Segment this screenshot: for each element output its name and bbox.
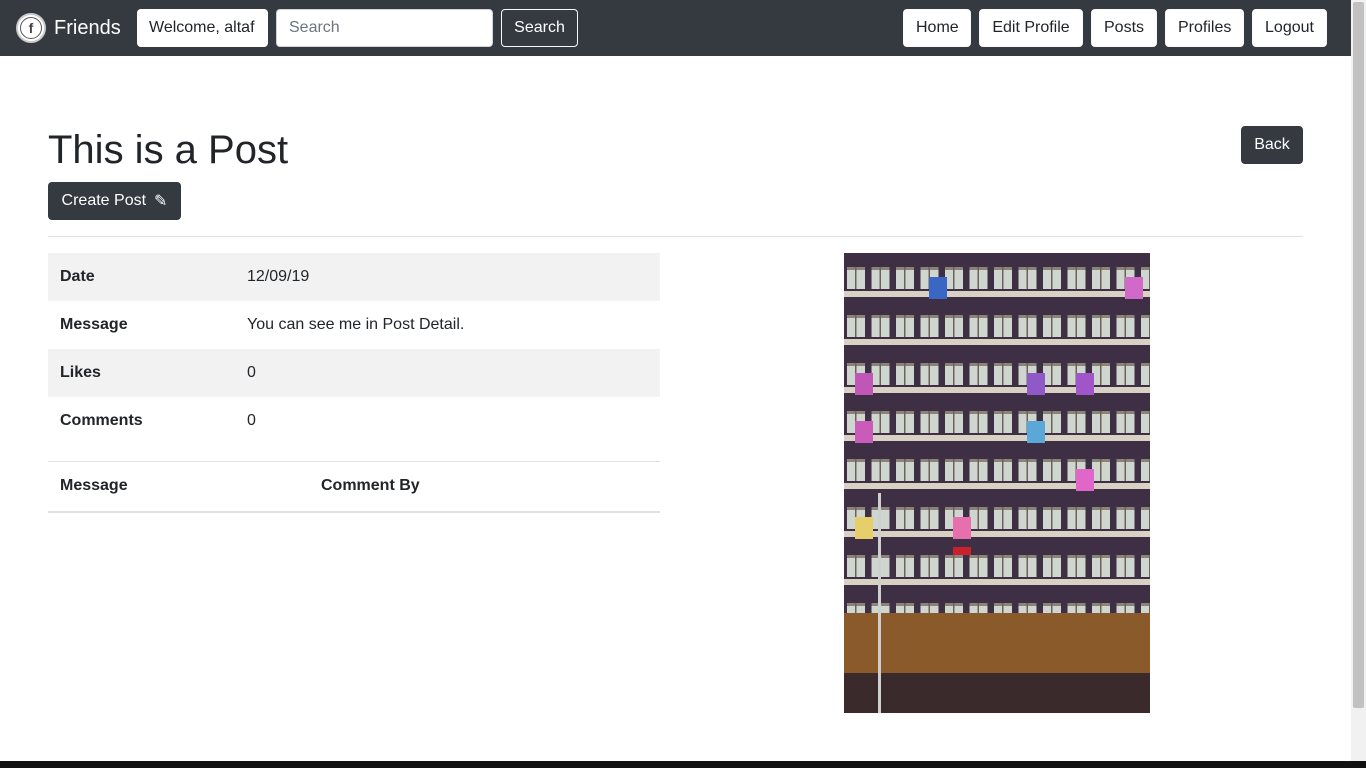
search-input[interactable] (276, 9, 493, 47)
nav-edit-profile-button[interactable]: Edit Profile (979, 9, 1083, 47)
comments-table: Message Comment By (48, 461, 660, 513)
brand-name[interactable]: Friends (54, 17, 121, 40)
top-navbar: f Friends Welcome, altaf Search Home Edi… (0, 0, 1351, 56)
back-button[interactable]: Back (1241, 126, 1303, 164)
detail-value: 12/09/19 (235, 253, 660, 301)
detail-value: You can see me in Post Detail. (247, 316, 465, 333)
brand-logo-glyph: f (20, 17, 42, 39)
comments-header-comment-by: Comment By (309, 461, 660, 513)
vertical-scrollbar[interactable] (1351, 0, 1366, 761)
create-post-label: Create Post (61, 192, 147, 209)
bottom-edge (0, 761, 1366, 768)
detail-value: 0 (247, 412, 256, 429)
detail-key: Comments (60, 412, 143, 429)
detail-key: Likes (48, 349, 235, 397)
pencil-icon: ✎ (154, 193, 168, 210)
detail-value: 0 (235, 349, 660, 397)
detail-row-date: Date 12/09/19 (48, 253, 660, 301)
section-divider (48, 236, 1303, 237)
comments-header-message: Message (48, 461, 309, 513)
nav-home-button[interactable]: Home (903, 9, 971, 47)
page-title: This is a Post (48, 128, 289, 172)
welcome-badge: Welcome, altaf (137, 9, 268, 47)
brand-link[interactable]: f Friends (16, 12, 121, 44)
detail-row-comments: Comments 0 (48, 397, 660, 445)
create-post-button[interactable]: Create Post ✎ (48, 182, 181, 220)
detail-row-likes: Likes 0 (48, 349, 660, 397)
comments-header-row: Message Comment By (48, 461, 660, 513)
search-button[interactable]: Search (501, 9, 578, 47)
building-facade-image (844, 253, 1150, 713)
nav-profiles-button[interactable]: Profiles (1165, 9, 1244, 47)
post-image (844, 253, 1150, 713)
post-detail-table: Date 12/09/19 Message You can see me in … (48, 253, 660, 445)
brand-logo-icon: f (16, 13, 46, 43)
detail-row-message: Message You can see me in Post Detail. (48, 301, 660, 349)
detail-key: Date (48, 253, 235, 301)
nav-posts-button[interactable]: Posts (1091, 9, 1157, 47)
nav-logout-button[interactable]: Logout (1252, 9, 1327, 47)
detail-key: Message (60, 316, 128, 333)
scrollbar-thumb[interactable] (1353, 2, 1364, 708)
